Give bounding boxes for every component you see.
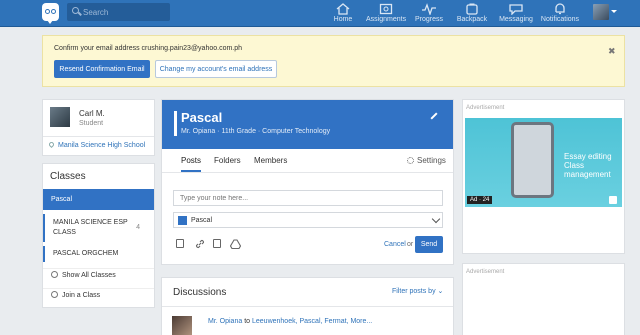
- classes-title: Classes: [50, 171, 86, 182]
- tab-members[interactable]: Members: [254, 156, 287, 165]
- class-item-manila-science-esp[interactable]: MANILA SCIENCE ESP CLASS 4: [43, 214, 154, 242]
- nav-backpack-label: Backpack: [456, 16, 488, 23]
- advertisement-label: Advertisement: [466, 105, 505, 111]
- nav-progress-label: Progress: [414, 16, 443, 23]
- ad-text-line1: Essay editing: [564, 152, 612, 161]
- link-icon[interactable]: [195, 239, 205, 249]
- group-subtitle: Mr. Opiana · 11th Grade · Computer Techn…: [181, 128, 331, 135]
- edmodo-logo-icon[interactable]: [42, 3, 59, 24]
- discussions-title: Discussions: [173, 287, 227, 298]
- nav-progress[interactable]: Progress: [412, 0, 446, 27]
- phone-image: [511, 122, 554, 198]
- ad-timer-badge: Ad · 24: [467, 196, 493, 204]
- join-class-link[interactable]: Join a Class: [43, 288, 154, 302]
- nav-home-label: Home: [333, 16, 353, 23]
- confirm-email-text: Confirm your email address crushing.pain…: [54, 45, 243, 52]
- assignments-icon: [379, 3, 393, 15]
- nav-assignments-label: Assignments: [366, 16, 407, 23]
- post-targets-link[interactable]: Leeuwenhoek, Pascal, Fermat, More...: [252, 318, 372, 325]
- tab-folders[interactable]: Folders: [214, 156, 241, 165]
- class-item-count: 4: [136, 224, 140, 231]
- group-header: Pascal Mr. Opiana · 11th Grade · Compute…: [162, 100, 453, 149]
- cancel-link[interactable]: Cancel: [384, 241, 406, 248]
- post-composer: Pascal Cancel or Send: [161, 181, 454, 265]
- class-item-label: MANILA SCIENCE ESP: [53, 219, 128, 226]
- profile-role: Student: [79, 120, 104, 127]
- mute-icon[interactable]: [609, 196, 617, 204]
- gear-icon: [51, 271, 58, 278]
- recipient-select[interactable]: Pascal: [173, 212, 443, 228]
- settings-button[interactable]: Settings: [407, 156, 446, 165]
- close-icon[interactable]: ✖: [608, 46, 616, 57]
- post-author-avatar[interactable]: [172, 316, 192, 335]
- profile-name[interactable]: Carl M.: [79, 109, 105, 118]
- library-icon[interactable]: [213, 239, 221, 248]
- advertisement-panel: Advertisement Essay editing Class managem…: [462, 99, 625, 254]
- school-link[interactable]: Manila Science High School: [43, 136, 154, 149]
- chevron-down-icon[interactable]: [611, 10, 617, 13]
- join-class-label: Join a Class: [62, 292, 101, 299]
- nav-home[interactable]: Home: [326, 0, 360, 27]
- show-all-classes-label: Show All Classes: [62, 272, 116, 279]
- email-confirmation-banner: Confirm your email address crushing.pain…: [42, 35, 625, 87]
- ad-video[interactable]: Essay editing Class management Ad · 24: [465, 118, 622, 207]
- group-title: Pascal: [181, 110, 223, 125]
- post-header: Mr. Opiana to Leeuwenhoek, Pascal, Ferma…: [208, 318, 372, 325]
- post-author-link[interactable]: Mr. Opiana: [208, 318, 242, 325]
- profile-card: Carl M. Student Manila Science High Scho…: [42, 99, 155, 156]
- search-box[interactable]: [67, 3, 170, 21]
- school-name: Manila Science High School: [58, 142, 146, 149]
- send-button[interactable]: Send: [415, 236, 443, 253]
- advertisement-panel-2: Advertisement: [462, 263, 625, 335]
- classes-panel: Classes Pascal MANILA SCIENCE ESP CLASS …: [42, 163, 155, 308]
- messaging-icon: [509, 4, 523, 15]
- gear-icon: [407, 157, 414, 164]
- backpack-icon: [466, 3, 478, 15]
- user-add-icon: [51, 291, 58, 298]
- search-input[interactable]: [83, 5, 167, 19]
- advertisement-label: Advertisement: [466, 269, 505, 275]
- post-to-text: to: [244, 318, 251, 325]
- class-item-label: PASCAL ORGCHEM: [53, 250, 119, 257]
- divider: [162, 306, 453, 307]
- nav-messaging[interactable]: Messaging: [497, 0, 535, 27]
- ad-text: Essay editing Class management: [564, 152, 622, 179]
- settings-label: Settings: [417, 156, 446, 165]
- progress-icon: [422, 3, 436, 15]
- class-item-label: Pascal: [51, 196, 73, 203]
- class-item-pascal-orgchem[interactable]: PASCAL ORGCHEM: [43, 246, 154, 262]
- nav-assignments[interactable]: Assignments: [366, 0, 406, 27]
- user-avatar[interactable]: [593, 4, 609, 20]
- filter-posts-label: Filter posts by: [392, 288, 436, 295]
- bell-icon: [555, 3, 565, 15]
- change-email-button[interactable]: Change my account's email address: [155, 60, 277, 78]
- file-icon[interactable]: [176, 239, 184, 248]
- tab-posts[interactable]: Posts: [181, 156, 202, 172]
- location-pin-icon: [47, 140, 56, 149]
- ad-text-line2: Class management: [564, 161, 611, 179]
- nav-messaging-label: Messaging: [499, 16, 533, 23]
- home-icon: [336, 3, 350, 15]
- resend-confirmation-button[interactable]: Resend Confirmation Email: [54, 60, 150, 78]
- group-color-swatch: [178, 216, 187, 225]
- search-icon: [72, 7, 79, 14]
- class-item-label-line2: CLASS: [53, 229, 76, 236]
- note-input[interactable]: [173, 190, 443, 206]
- pencil-icon[interactable]: [430, 112, 438, 120]
- nav-notifications-label: Notifications: [540, 16, 580, 23]
- top-navigation-bar: Home Assignments Progress Backpack Messa…: [0, 0, 640, 27]
- chevron-down-icon: [431, 214, 441, 224]
- show-all-classes-link[interactable]: Show All Classes: [43, 268, 154, 282]
- profile-photo[interactable]: [50, 107, 70, 127]
- discussions-card: Discussions Filter posts by ⌄ Mr. Opiana…: [161, 277, 454, 335]
- nav-backpack[interactable]: Backpack: [454, 0, 490, 27]
- nav-notifications[interactable]: Notifications: [540, 0, 580, 27]
- recipient-selected: Pascal: [191, 217, 213, 224]
- group-color-bar: [174, 111, 177, 136]
- google-drive-icon[interactable]: [230, 239, 241, 249]
- class-item-pascal[interactable]: Pascal: [43, 189, 154, 210]
- filter-posts-dropdown[interactable]: Filter posts by ⌄: [392, 287, 443, 295]
- group-tabs: Posts Folders Members Settings: [162, 149, 453, 173]
- or-text: or: [407, 241, 414, 248]
